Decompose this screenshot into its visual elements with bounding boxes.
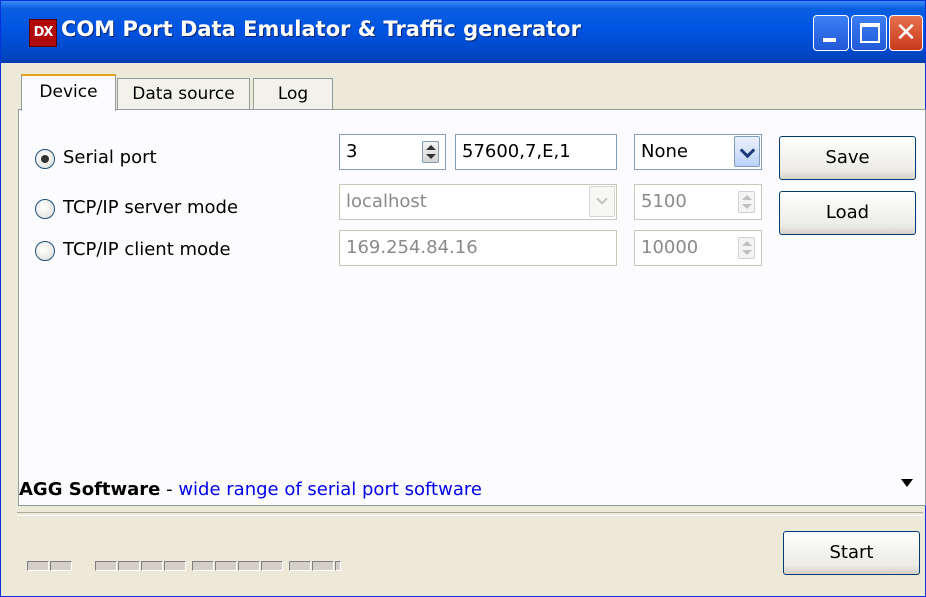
dropdown-arrow-icon[interactable]: [901, 479, 913, 487]
server-host-value: localhost: [346, 191, 427, 212]
status-led: [164, 561, 186, 571]
status-led: [215, 561, 237, 571]
app-icon[interactable]: DX: [29, 19, 57, 47]
com-port-value: 3: [346, 141, 358, 162]
client-port-stepper[interactable]: 10000: [634, 230, 762, 266]
server-port-value: 5100: [641, 191, 687, 212]
status-led: [238, 561, 260, 571]
tcp-server-radio[interactable]: [35, 199, 55, 219]
com-port-stepper[interactable]: 3: [339, 134, 446, 170]
start-button[interactable]: Start: [783, 531, 920, 575]
close-icon: ✕: [895, 18, 917, 48]
status-led: [118, 561, 140, 571]
serial-settings-field[interactable]: 57600,7,E,1: [455, 134, 617, 170]
status-led: [95, 561, 117, 571]
title-bar[interactable]: DX COM Port Data Emulator & Traffic gene…: [1, 1, 925, 63]
status-led: [50, 561, 72, 571]
client-host-value: 169.254.84.16: [346, 237, 478, 258]
status-led: [141, 561, 163, 571]
tcp-server-label: TCP/IP server mode: [63, 197, 239, 218]
status-led: [335, 561, 341, 571]
device-panel: Serial port TCP/IP server mode TCP/IP cl…: [18, 109, 926, 506]
ad-brand: AGG Software: [19, 479, 161, 500]
close-button[interactable]: ✕: [889, 15, 923, 51]
window-title: COM Port Data Emulator & Traffic generat…: [61, 17, 581, 41]
tab-log[interactable]: Log: [253, 78, 333, 110]
tcp-client-label: TCP/IP client mode: [63, 239, 231, 260]
serial-settings-value: 57600,7,E,1: [462, 141, 571, 162]
server-port-spin-icon[interactable]: [738, 191, 755, 213]
ad-link[interactable]: wide range of serial port software: [178, 479, 482, 500]
com-port-spin-icon[interactable]: [422, 141, 439, 163]
app-icon-text: DX: [33, 25, 54, 40]
server-port-stepper[interactable]: 5100: [634, 184, 762, 220]
serial-port-label: Serial port: [63, 147, 157, 168]
status-led: [289, 561, 311, 571]
save-button[interactable]: Save: [779, 136, 916, 180]
flow-control-value: None: [641, 141, 688, 162]
chevron-down-icon[interactable]: [734, 136, 760, 167]
ad-dash: -: [160, 479, 179, 500]
maximize-icon: [860, 23, 880, 43]
separator: [17, 512, 923, 516]
tab-data-source[interactable]: Data source: [117, 78, 250, 110]
minimize-button[interactable]: [813, 15, 849, 51]
tcp-client-radio[interactable]: [35, 241, 55, 261]
server-host-select[interactable]: localhost: [339, 184, 617, 220]
ad-banner: AGG Software - wide range of serial port…: [19, 479, 919, 505]
status-led: [261, 561, 283, 571]
load-button[interactable]: Load: [779, 191, 916, 235]
chevron-down-icon[interactable]: [589, 186, 615, 217]
status-led: [27, 561, 49, 571]
status-led: [312, 561, 334, 571]
tab-device[interactable]: Device: [21, 74, 116, 111]
client-port-spin-icon[interactable]: [738, 237, 755, 259]
flow-control-select[interactable]: None: [634, 134, 762, 170]
status-led: [192, 561, 214, 571]
radio-selected-dot: [41, 155, 49, 163]
maximize-button[interactable]: [851, 15, 887, 51]
client-host-field[interactable]: 169.254.84.16: [339, 230, 617, 266]
minimize-icon: [823, 38, 836, 42]
serial-port-radio[interactable]: [35, 149, 55, 169]
app-window: DX COM Port Data Emulator & Traffic gene…: [0, 0, 926, 597]
client-port-value: 10000: [641, 237, 699, 258]
